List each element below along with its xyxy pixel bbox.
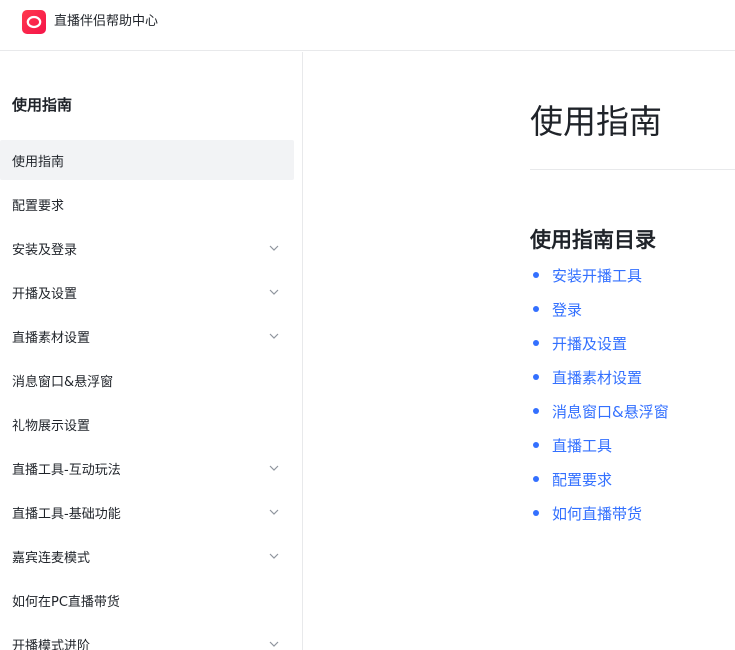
sidebar-item[interactable]: 配置要求 [0,184,294,224]
toc-link[interactable]: 登录 [552,299,582,320]
chevron-down-icon[interactable] [268,462,280,474]
toc-item: 直播工具 [530,428,669,462]
divider [530,169,735,170]
sidebar-item[interactable]: 直播工具-基础功能 [0,492,294,532]
sidebar-nav: 使用指南配置要求安装及登录开播及设置直播素材设置消息窗口&悬浮窗 礼物展示设置直播… [0,140,294,650]
sidebar-item-label: 开播模式进阶 [12,638,91,650]
sidebar-item[interactable]: 使用指南 [0,140,294,180]
chevron-down-icon[interactable] [268,638,280,650]
sidebar-item-label: 安装及登录 [12,242,78,258]
chevron-down-icon[interactable] [268,550,280,562]
toc-link[interactable]: 直播工具 [552,435,612,456]
sidebar-item-label: 使用指南 [12,154,65,170]
sidebar-item[interactable]: 礼物展示设置 [0,404,294,444]
sidebar-item-label: 直播工具-互动玩法 [12,462,121,478]
toc-item: 安装开播工具 [530,258,669,292]
sidebar-title: 使用指南 [12,96,73,114]
toc-item: 配置要求 [530,462,669,496]
chevron-down-icon[interactable] [268,330,280,342]
sidebar-item[interactable]: 消息窗口&悬浮窗 [0,360,294,400]
toc-item: 登录 [530,292,669,326]
sidebar-item-label: 配置要求 [12,198,65,214]
sidebar-item-label: 礼物展示设置 [12,418,91,434]
sidebar-item-label: 直播素材设置 [12,330,91,346]
toc-link[interactable]: 开播及设置 [552,333,627,354]
sidebar-item-label: 如何在PC直播带货 [12,594,120,610]
sidebar-item[interactable]: 开播模式进阶 [0,624,294,650]
toc-item: 消息窗口&悬浮窗 [530,394,669,428]
toc-link[interactable]: 直播素材设置 [552,367,642,388]
sidebar-item-label: 嘉宾连麦模式 [12,550,91,566]
sidebar-item[interactable]: 开播及设置 [0,272,294,312]
sidebar-item[interactable]: 嘉宾连麦模式 [0,536,294,576]
sidebar-item-label: 直播工具-基础功能 [12,506,121,522]
toc-item: 如何直播带货 [530,496,669,530]
toc-link[interactable]: 如何直播带货 [552,503,642,524]
brand-name[interactable]: 直播伴侣帮助中心 [54,14,158,30]
sidebar-item[interactable]: 安装及登录 [0,228,294,268]
toc-list: 安装开播工具 登录开播及设置直播素材设置消息窗口&悬浮窗 直播工具配置要求如何直播带… [530,258,669,530]
sidebar: 使用指南 使用指南配置要求安装及登录开播及设置直播素材设置消息窗口&悬浮窗 礼物展… [0,52,303,650]
sidebar-item-label: 开播及设置 [12,286,78,302]
toc-item: 直播素材设置 [530,360,669,394]
sidebar-item[interactable]: 直播工具-互动玩法 [0,448,294,488]
toc-title: 使用指南目录 [530,228,656,252]
toc-item: 开播及设置 [530,326,669,360]
toc-link[interactable]: 消息窗口&悬浮窗 [552,401,669,422]
page-title: 使用指南 [530,102,662,141]
chevron-down-icon[interactable] [268,506,280,518]
sidebar-item[interactable]: 如何在PC直播带货 [0,580,294,620]
toc-link[interactable]: 配置要求 [552,469,612,490]
main-content: 使用指南 使用指南目录 安装开播工具 登录开播及设置直播素材设置消息窗口&悬浮窗直… [303,52,735,650]
chevron-down-icon[interactable] [268,286,280,298]
top-header: 直播伴侣帮助中心 [0,0,735,51]
sidebar-item-label: 消息窗口&悬浮窗 [12,374,114,390]
chevron-down-icon[interactable] [268,242,280,254]
live-logo-icon[interactable] [22,10,46,34]
sidebar-item[interactable]: 直播素材设置 [0,316,294,356]
toc-link[interactable]: 安装开播工具 [552,265,642,286]
